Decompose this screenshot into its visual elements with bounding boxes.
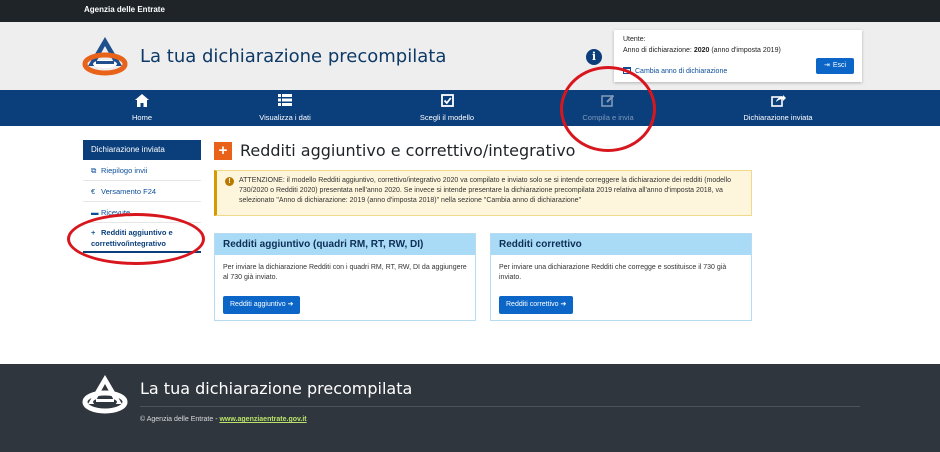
declaration-year: Anno di dichiarazione: 2020 (anno d'impo…	[623, 47, 781, 54]
warning-icon: !	[225, 177, 234, 186]
share-icon	[708, 94, 848, 110]
nav-scegli-modello[interactable]: Scegli il modello	[377, 90, 517, 126]
external-link-icon: ⧉	[91, 166, 97, 175]
alert-text: ATTENZIONE: il modello Redditi aggiuntiv…	[239, 177, 732, 204]
page-title: Redditi aggiuntivo e correttivo/integrat…	[240, 141, 576, 160]
sidebar-item-riepilogo-invii[interactable]: ⧉ Riepilogo invii	[83, 160, 201, 181]
card-text: Per inviare la dichiarazione Redditi con…	[223, 264, 467, 281]
sidebar-item-versamento-f24[interactable]: € Versamento F24	[83, 181, 201, 202]
nav-home-label: Home	[131, 113, 152, 122]
footer-divider	[140, 406, 860, 407]
main-nav: Home Visualizza i dati Scegli il modello…	[0, 90, 940, 126]
info-icon[interactable]: i	[586, 49, 602, 65]
agency-website-link[interactable]: www.agenziaentrate.gov.it	[219, 416, 306, 423]
agency-logo[interactable]	[82, 36, 128, 76]
nav-visualizza-dati[interactable]: Visualizza i dati	[215, 90, 355, 126]
card-title: Redditi aggiuntivo (quadri RM, RT, RW, D…	[215, 234, 475, 255]
list-icon	[215, 94, 355, 110]
nav-dichiarazione-inviata-label: Dichiarazione inviata	[743, 113, 813, 122]
checkbox-icon	[377, 94, 517, 110]
arrow-right-icon: ➔	[560, 301, 567, 308]
nav-visualizza-dati-label: Visualizza i dati	[259, 113, 311, 122]
card-title: Redditi correttivo	[491, 234, 751, 255]
sign-out-icon: ⇥	[823, 62, 830, 69]
home-icon	[72, 94, 212, 110]
card-text: Per inviare una dichiarazione Redditi ch…	[499, 264, 727, 281]
card-redditi-correttivo: Redditi correttivo Per inviare una dichi…	[490, 233, 752, 321]
footer	[0, 364, 940, 452]
footer-copyright: © Agenzia delle Entrate - www.agenziaent…	[140, 416, 307, 423]
nav-dichiarazione-inviata[interactable]: Dichiarazione inviata	[708, 90, 848, 126]
annotation-circle-compila	[560, 66, 656, 152]
agency-name: Agenzia delle Entrate	[84, 5, 165, 14]
user-panel: Utente: Anno di dichiarazione: 2020 (ann…	[614, 30, 862, 82]
agency-logo-footer[interactable]	[82, 374, 128, 414]
top-bar: Agenzia delle Entrate	[0, 0, 940, 22]
nav-scegli-modello-label: Scegli il modello	[419, 113, 475, 122]
annotation-circle-sidebar	[67, 213, 205, 265]
plus-icon: +	[214, 142, 232, 160]
year-value: 2020	[693, 47, 710, 54]
change-year-link[interactable]: Cambia anno di dichiarazione	[623, 67, 727, 75]
user-label: Utente:	[623, 36, 646, 43]
card-redditi-aggiuntivo: Redditi aggiuntivo (quadri RM, RT, RW, D…	[214, 233, 476, 321]
arrow-right-icon: ➔	[287, 301, 294, 308]
exit-button[interactable]: ⇥ Esci	[816, 58, 854, 74]
footer-title: La tua dichiarazione precompilata	[140, 379, 413, 398]
redditi-correttivo-button[interactable]: Redditi correttivo ➔	[499, 296, 574, 314]
redditi-aggiuntivo-button[interactable]: Redditi aggiuntivo ➔	[223, 296, 301, 314]
site-title[interactable]: La tua dichiarazione precompilata	[140, 46, 446, 67]
euro-icon: €	[91, 187, 96, 196]
nav-home[interactable]: Home	[72, 90, 212, 126]
sidebar-heading[interactable]: Dichiarazione inviata	[83, 140, 201, 160]
warning-alert: ! ATTENZIONE: il modello Redditi aggiunt…	[214, 170, 752, 216]
